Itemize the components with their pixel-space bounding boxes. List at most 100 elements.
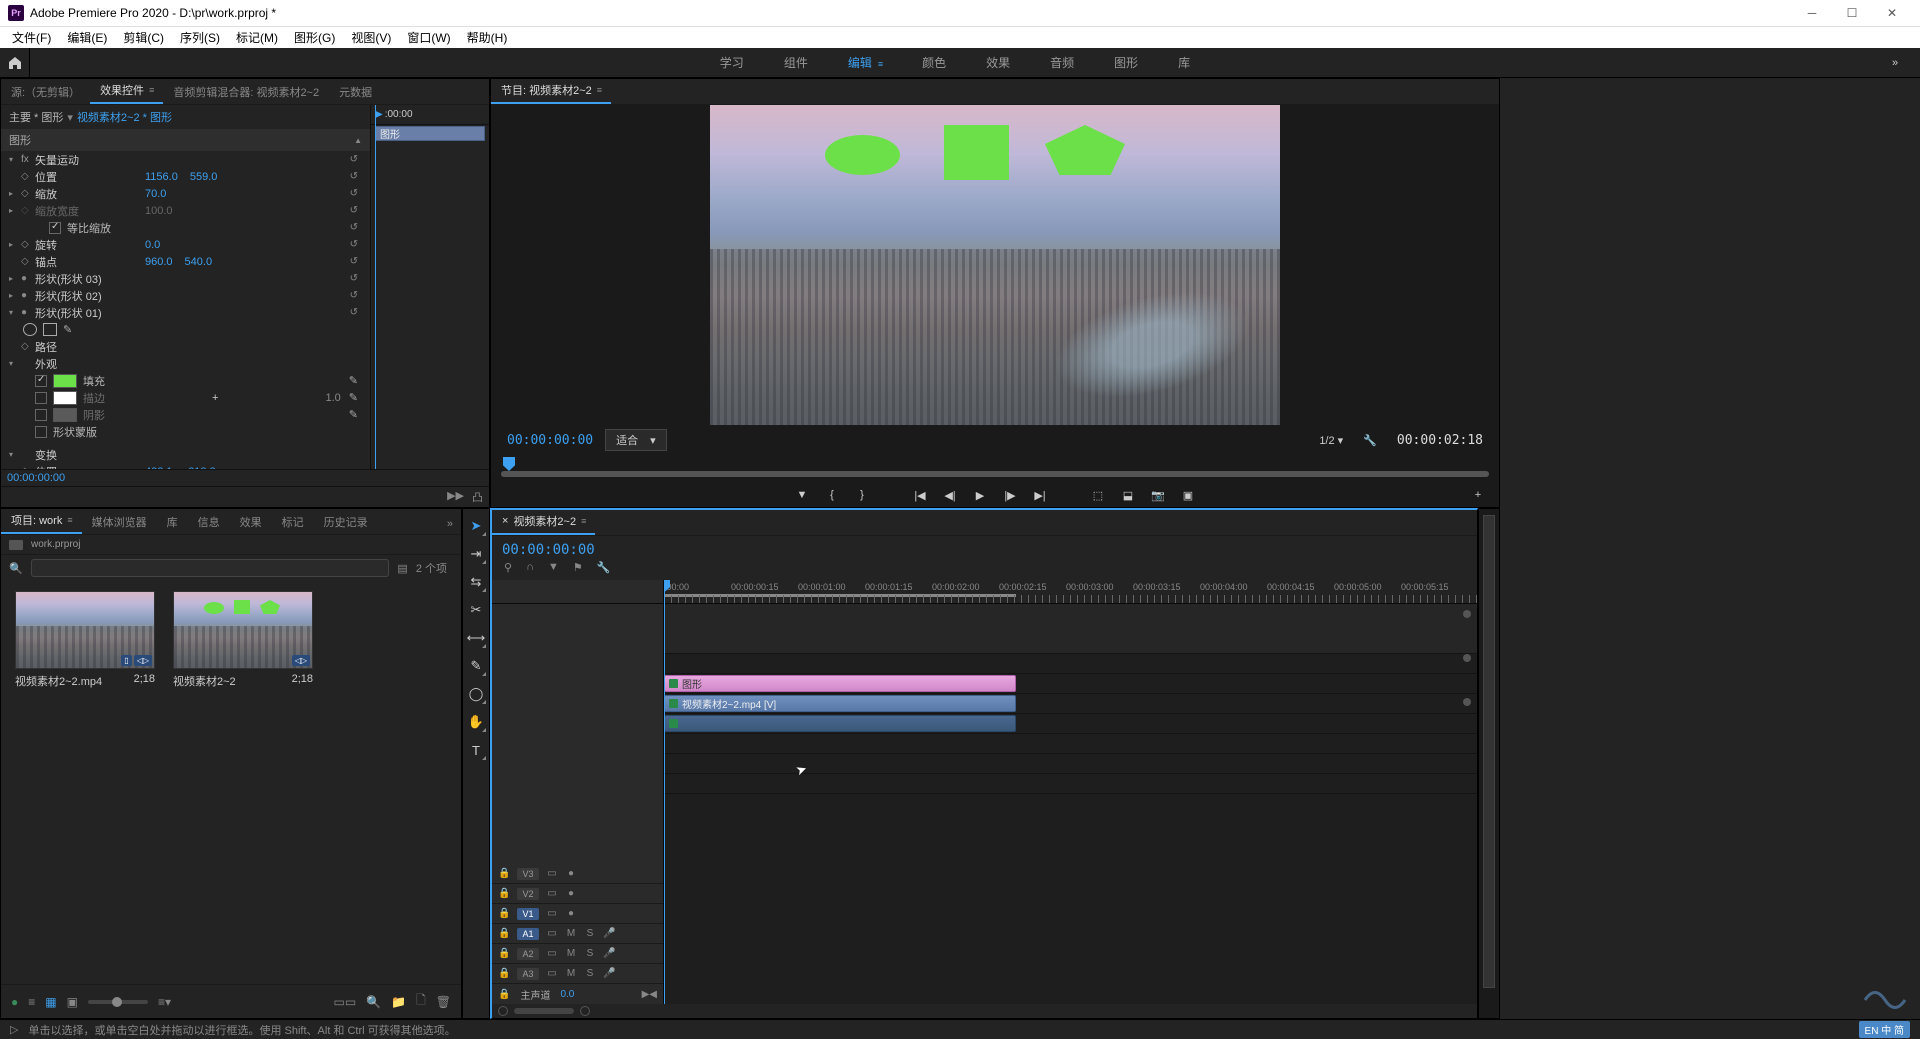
anchor-x[interactable]: 960.0 (145, 256, 173, 268)
menu-edit[interactable]: 编辑(E) (59, 27, 115, 48)
workspace-editing[interactable]: 编辑≡ (842, 50, 888, 75)
menu-file[interactable]: 文件(F) (4, 27, 59, 48)
position-y[interactable]: 559.0 (190, 171, 218, 183)
workspace-assembly[interactable]: 组件 (778, 50, 814, 75)
rec-icon[interactable]: ● (11, 995, 18, 1009)
section-toggle-icon[interactable]: ▲ (354, 136, 362, 145)
close-button[interactable]: ✕ (1872, 0, 1912, 26)
lock-icon[interactable]: 🔒 (498, 928, 510, 939)
tl-link-icon[interactable]: ∩ (526, 561, 534, 574)
shadow-checkbox[interactable] (35, 409, 47, 421)
sort-icon[interactable]: ≡▾ (158, 995, 171, 1009)
project-item[interactable]: ◁▷ 视频素材2~22;18 (173, 591, 313, 689)
visibility-icon[interactable]: ● (21, 273, 35, 284)
selection-tool[interactable]: ➤ (465, 515, 487, 537)
goto-out-icon[interactable]: ▶| (1029, 485, 1051, 505)
mask-rect-icon[interactable] (43, 323, 57, 336)
lock-icon[interactable]: 🔒 (498, 908, 510, 919)
workspace-graphics[interactable]: 图形 (1108, 50, 1144, 75)
menu-graphics[interactable]: 图形(G) (286, 27, 343, 48)
workspace-overflow[interactable]: » (1880, 57, 1910, 69)
type-tool[interactable]: T (465, 739, 487, 761)
ec-bottom-icon[interactable]: 凸 (472, 489, 483, 505)
sync-lock-icon[interactable]: ▭ (546, 908, 558, 919)
step-forward-icon[interactable]: |▶ (999, 485, 1021, 505)
tab-project[interactable]: 项目: work≡ (1, 508, 82, 534)
lock-icon[interactable]: 🔒 (498, 868, 510, 879)
track-header-a3[interactable]: 🔒A3▭MS🎤 (492, 964, 663, 984)
track-header-a2[interactable]: 🔒A2▭MS🎤 (492, 944, 663, 964)
home-icon[interactable] (0, 48, 30, 78)
slip-tool[interactable]: ⟷ (465, 627, 487, 649)
track-header-v3[interactable]: 🔒V3▭● (492, 864, 663, 884)
reset-icon[interactable]: ↺ (350, 290, 362, 301)
timeline-timecode[interactable]: 00:00:00:00 (502, 542, 654, 558)
eyedropper-icon[interactable]: ✎ (349, 408, 362, 421)
sync-lock-icon[interactable]: ▭ (546, 868, 558, 879)
sync-lock-icon[interactable]: ▭ (546, 928, 558, 939)
add-button-icon[interactable]: + (1467, 485, 1489, 505)
razor-tool[interactable]: ✂ (465, 599, 487, 621)
fill-checkbox[interactable] (35, 375, 47, 387)
visibility-icon[interactable]: ● (21, 307, 35, 318)
reset-icon[interactable]: ↺ (350, 222, 362, 233)
visibility-icon[interactable]: ● (21, 290, 35, 301)
find-icon[interactable]: 🔍 (366, 995, 381, 1009)
mic-icon[interactable]: 🎤 (603, 968, 615, 979)
compare-icon[interactable]: ▣ (1177, 485, 1199, 505)
mic-icon[interactable]: 🎤 (603, 928, 615, 939)
track-header-a1[interactable]: 🔒A1▭MS🎤 (492, 924, 663, 944)
tab-history[interactable]: 历史记录 (314, 510, 378, 534)
keyframe-toggle-icon[interactable]: ◇ (21, 466, 35, 469)
menu-window[interactable]: 窗口(W) (399, 27, 458, 48)
in-point-icon[interactable]: { (821, 485, 843, 505)
step-back-icon[interactable]: ◀| (939, 485, 961, 505)
lock-icon[interactable]: 🔒 (498, 888, 510, 899)
sequence-clip-label[interactable]: 视频素材2~2 * 图形 (77, 109, 172, 125)
tab-effects[interactable]: 效果 (230, 510, 272, 534)
v-zoom-handle[interactable] (1463, 610, 1471, 618)
reset-icon[interactable]: ↺ (350, 171, 362, 182)
fx-badge-icon[interactable]: fx (21, 154, 35, 165)
play-button[interactable]: ▶ (969, 485, 991, 505)
tab-info[interactable]: 信息 (188, 510, 230, 534)
workspace-effects[interactable]: 效果 (980, 50, 1016, 75)
clip-video[interactable]: 视频素材2~2.mp4 [V] (664, 695, 1016, 712)
trash-icon[interactable]: 🗑 (436, 995, 451, 1009)
project-item[interactable]: ▯◁▷ 视频素材2~2.mp42;18 (15, 591, 155, 689)
timeline-ruler[interactable]: :00:00 00:00:00:15 00:00:01:00 00:00:01:… (664, 580, 1477, 604)
reset-icon[interactable]: ↺ (350, 205, 362, 216)
graphic-rect[interactable] (944, 125, 1009, 180)
ec-timeline-clip[interactable]: 图形 (375, 126, 485, 141)
mic-icon[interactable]: 🎤 (603, 948, 615, 959)
tab-media-browser[interactable]: 媒体浏览器 (82, 510, 157, 534)
stroke-checkbox[interactable] (35, 392, 47, 404)
reset-icon[interactable]: ↺ (350, 154, 362, 165)
automate-icon[interactable]: ▭▭ (334, 995, 357, 1009)
tab-effect-controls[interactable]: 效果控件≡ (90, 78, 163, 104)
eye-icon[interactable]: ● (565, 888, 577, 899)
program-zoom-select[interactable]: 适合▾ (605, 429, 667, 451)
tab-libraries[interactable]: 库 (157, 510, 188, 534)
lift-icon[interactable]: ⬚ (1087, 485, 1109, 505)
clip-audio[interactable] (664, 715, 1016, 732)
keyframe-toggle-icon[interactable]: ◇ (21, 171, 35, 182)
new-bin-icon[interactable]: 📁 (391, 995, 406, 1009)
maximize-button[interactable]: ☐ (1832, 0, 1872, 26)
tl-wrench-icon[interactable]: 🔧 (597, 561, 611, 574)
mini-playhead[interactable] (503, 457, 515, 471)
track-select-tool[interactable]: ⇥ (465, 543, 487, 565)
filter-icon[interactable]: ▤ (397, 562, 407, 575)
program-timecode[interactable]: 00:00:00:00 (507, 433, 593, 448)
tab-program[interactable]: 节目: 视频素材2~2≡ (491, 78, 611, 104)
mask-ellipse-icon[interactable] (23, 323, 37, 336)
reset-icon[interactable]: ↺ (350, 188, 362, 199)
wrench-icon[interactable]: 🔧 (1363, 434, 1377, 447)
menu-help[interactable]: 帮助(H) (459, 27, 516, 48)
eyedropper-icon[interactable]: ✎ (349, 391, 362, 404)
ec-bottom-icon[interactable]: ▶▶ (447, 489, 464, 505)
tab-source[interactable]: 源:（无剪辑） (1, 80, 90, 104)
keyframe-toggle-icon[interactable]: ◇ (21, 239, 35, 250)
reset-icon[interactable]: ↺ (350, 256, 362, 267)
minimize-button[interactable]: ─ (1792, 0, 1832, 26)
